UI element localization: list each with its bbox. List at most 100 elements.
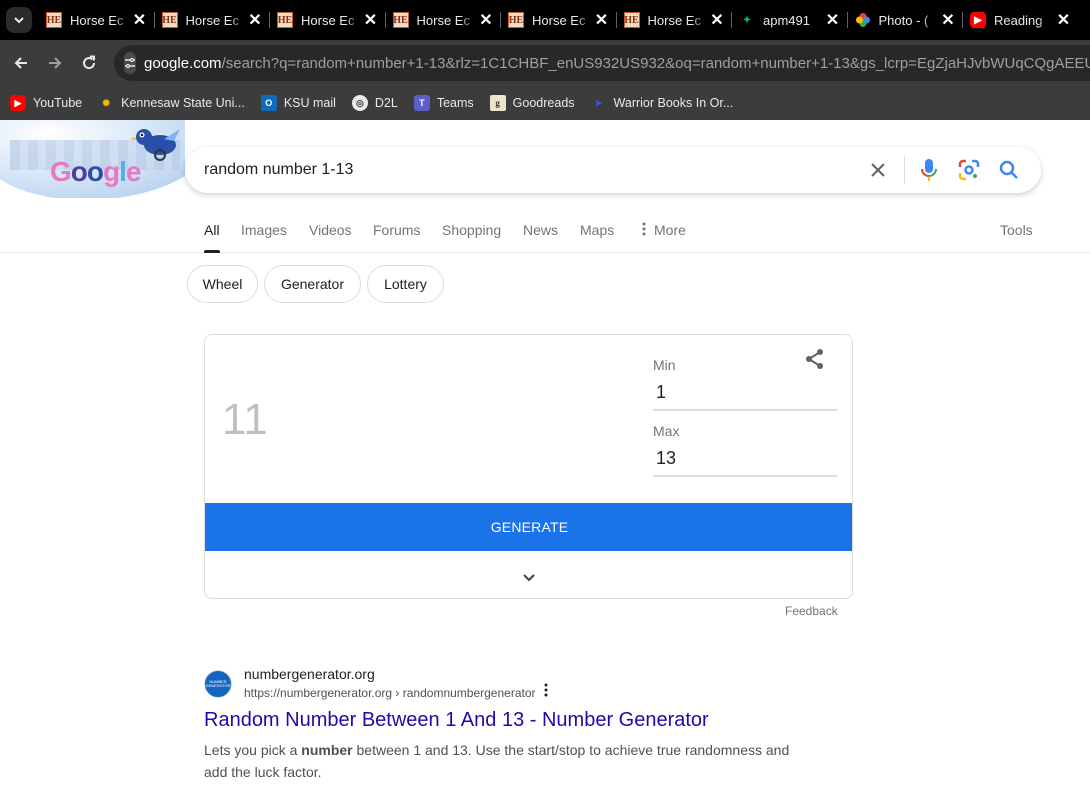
result-snippet: Lets you pick a number between 1 and 13.… <box>204 739 804 783</box>
google-photos-favicon-icon <box>855 12 871 28</box>
teams-icon: T <box>413 95 430 111</box>
browser-tab[interactable]: HE Horse Ec ✕ <box>500 0 616 40</box>
search-results-page: Google random number 1-13 All Images Vid… <box>0 120 1090 800</box>
browser-tab[interactable]: HE Horse Ec ✕ <box>615 0 732 40</box>
browser-tab[interactable]: HE Horse Ec ✕ <box>153 0 270 40</box>
close-icon[interactable]: ✕ <box>132 10 148 30</box>
more-vertical-icon <box>642 222 646 236</box>
browser-tab[interactable]: HE Horse Ec ✕ <box>384 0 501 40</box>
tab-all[interactable]: All <box>204 222 220 253</box>
tools-button[interactable]: Tools <box>1000 222 1033 238</box>
bookmark-d2l[interactable]: ◎ D2L <box>351 95 398 111</box>
result-options-button[interactable] <box>544 683 548 702</box>
browser-tab[interactable]: HE Horse Ec ✕ <box>269 0 385 40</box>
browser-tab[interactable]: ▶ Reading ✕ <box>962 0 1078 40</box>
snippet-text: Lets you pick a <box>204 742 302 758</box>
tab-more-label: More <box>654 222 686 238</box>
close-icon[interactable]: ✕ <box>1056 10 1072 30</box>
close-icon <box>871 163 885 177</box>
clear-search-button[interactable] <box>858 150 898 190</box>
search-input[interactable]: random number 1-13 <box>204 161 858 179</box>
goodreads-icon: g <box>489 95 506 111</box>
close-icon[interactable]: ✕ <box>709 10 725 30</box>
tab-forums[interactable]: Forums <box>373 222 420 238</box>
close-icon[interactable]: ✕ <box>940 10 956 30</box>
max-label: Max <box>653 423 680 439</box>
tab-strip: HE Horse Ec ✕ HE Horse Ec ✕ HE Horse Ec … <box>0 0 1090 40</box>
back-button[interactable] <box>4 46 38 80</box>
bookmark-warrior-books[interactable]: ➤ Warrior Books In Or... <box>591 95 733 111</box>
address-bar[interactable]: google.com/search?q=random+number+1-13&r… <box>114 45 1090 81</box>
random-number-generator-card: 11 Min 1 Max 13 GENERATE <box>204 334 853 599</box>
browser-tab[interactable]: Photo - ( ✕ <box>846 0 963 40</box>
share-button[interactable] <box>803 347 827 371</box>
result-url[interactable]: https://numbergenerator.org › randomnumb… <box>244 686 536 700</box>
google-logo: Google <box>50 156 141 187</box>
close-icon[interactable]: ✕ <box>247 10 263 30</box>
search-divider <box>904 156 905 184</box>
tab-title: Photo - ( <box>878 12 929 28</box>
site-info-icon[interactable] <box>124 52 136 74</box>
result-title-link[interactable]: Random Number Between 1 And 13 - Number … <box>204 709 709 732</box>
browser-tab[interactable]: HE Horse Ec ✕ <box>38 0 154 40</box>
close-icon[interactable]: ✕ <box>363 10 379 30</box>
lens-search-button[interactable] <box>949 150 989 190</box>
bookmark-label: Kennesaw State Uni... <box>121 96 245 110</box>
close-icon[interactable]: ✕ <box>478 10 494 30</box>
min-input[interactable]: 1 <box>656 382 666 403</box>
horse-equipment-favicon-icon: HE <box>392 12 409 28</box>
microphone-icon <box>921 159 937 181</box>
arrow-left-icon <box>14 57 27 69</box>
tab-title: Horse Ec <box>416 12 470 28</box>
reload-icon <box>83 55 96 70</box>
chevron-down-icon <box>14 17 24 24</box>
tab-videos[interactable]: Videos <box>309 222 352 238</box>
globe-icon: ◎ <box>351 95 368 111</box>
max-input[interactable]: 13 <box>656 448 676 469</box>
bookmark-kennesaw-state[interactable]: ✺ Kennesaw State Uni... <box>98 95 245 111</box>
tab-title: apm491 <box>763 12 810 28</box>
voice-search-button[interactable] <box>909 150 949 190</box>
close-icon[interactable]: ✕ <box>594 10 610 30</box>
numbergenerator-favicon-icon: NUMBER GENERATOR <box>204 670 232 698</box>
chip-wheel[interactable]: Wheel <box>187 265 258 303</box>
min-input-underline <box>653 409 837 411</box>
search-box[interactable]: random number 1-13 <box>185 147 1041 193</box>
generate-button[interactable]: GENERATE <box>205 503 852 551</box>
chip-lottery[interactable]: Lottery <box>367 265 444 303</box>
forward-button[interactable] <box>38 46 72 80</box>
reload-button[interactable] <box>72 46 106 80</box>
feedback-link[interactable]: Feedback <box>785 604 838 618</box>
ksu-icon: ✺ <box>102 97 110 108</box>
tab-title: Horse Ec <box>647 12 701 28</box>
google-lens-icon <box>958 159 980 181</box>
youtube-icon: ▶ <box>10 95 26 111</box>
google-doodle-logo[interactable]: Google <box>0 120 185 198</box>
expand-button[interactable] <box>519 567 539 587</box>
tab-shopping[interactable]: Shopping <box>442 222 501 238</box>
horse-equipment-favicon-icon: HE <box>623 12 640 28</box>
tab-more[interactable]: More <box>642 222 686 238</box>
bookmark-goodreads[interactable]: g Goodreads <box>489 95 575 111</box>
search-button[interactable] <box>989 150 1029 190</box>
bookmark-ksu-mail[interactable]: O KSU mail <box>260 95 336 111</box>
tab-maps[interactable]: Maps <box>580 222 614 238</box>
browser-tab[interactable]: ✦ apm491 ✕ <box>731 0 847 40</box>
close-icon[interactable]: ✕ <box>825 10 841 30</box>
url-host: google.com <box>144 54 222 72</box>
tab-images[interactable]: Images <box>241 222 287 238</box>
search-tabs: All Images Videos Forums Shopping News M… <box>0 212 1090 253</box>
chip-generator[interactable]: Generator <box>264 265 361 303</box>
result-site-name[interactable]: numbergenerator.org <box>244 666 375 682</box>
tab-title: Horse Ec <box>301 12 355 28</box>
bookmark-youtube[interactable]: ▶ YouTube <box>10 95 82 111</box>
bookmark-teams[interactable]: T Teams <box>413 95 474 111</box>
horse-equipment-favicon-icon: HE <box>46 12 62 28</box>
tab-title: Reading <box>994 12 1043 28</box>
navigation-bar: google.com/search?q=random+number+1-13&r… <box>0 40 1090 86</box>
generated-number: 11 <box>222 395 268 444</box>
tab-news[interactable]: News <box>523 222 558 238</box>
horse-equipment-favicon-icon: HE <box>508 12 524 28</box>
tab-search-button[interactable] <box>6 7 32 33</box>
bookmark-label: Goodreads <box>512 96 575 110</box>
